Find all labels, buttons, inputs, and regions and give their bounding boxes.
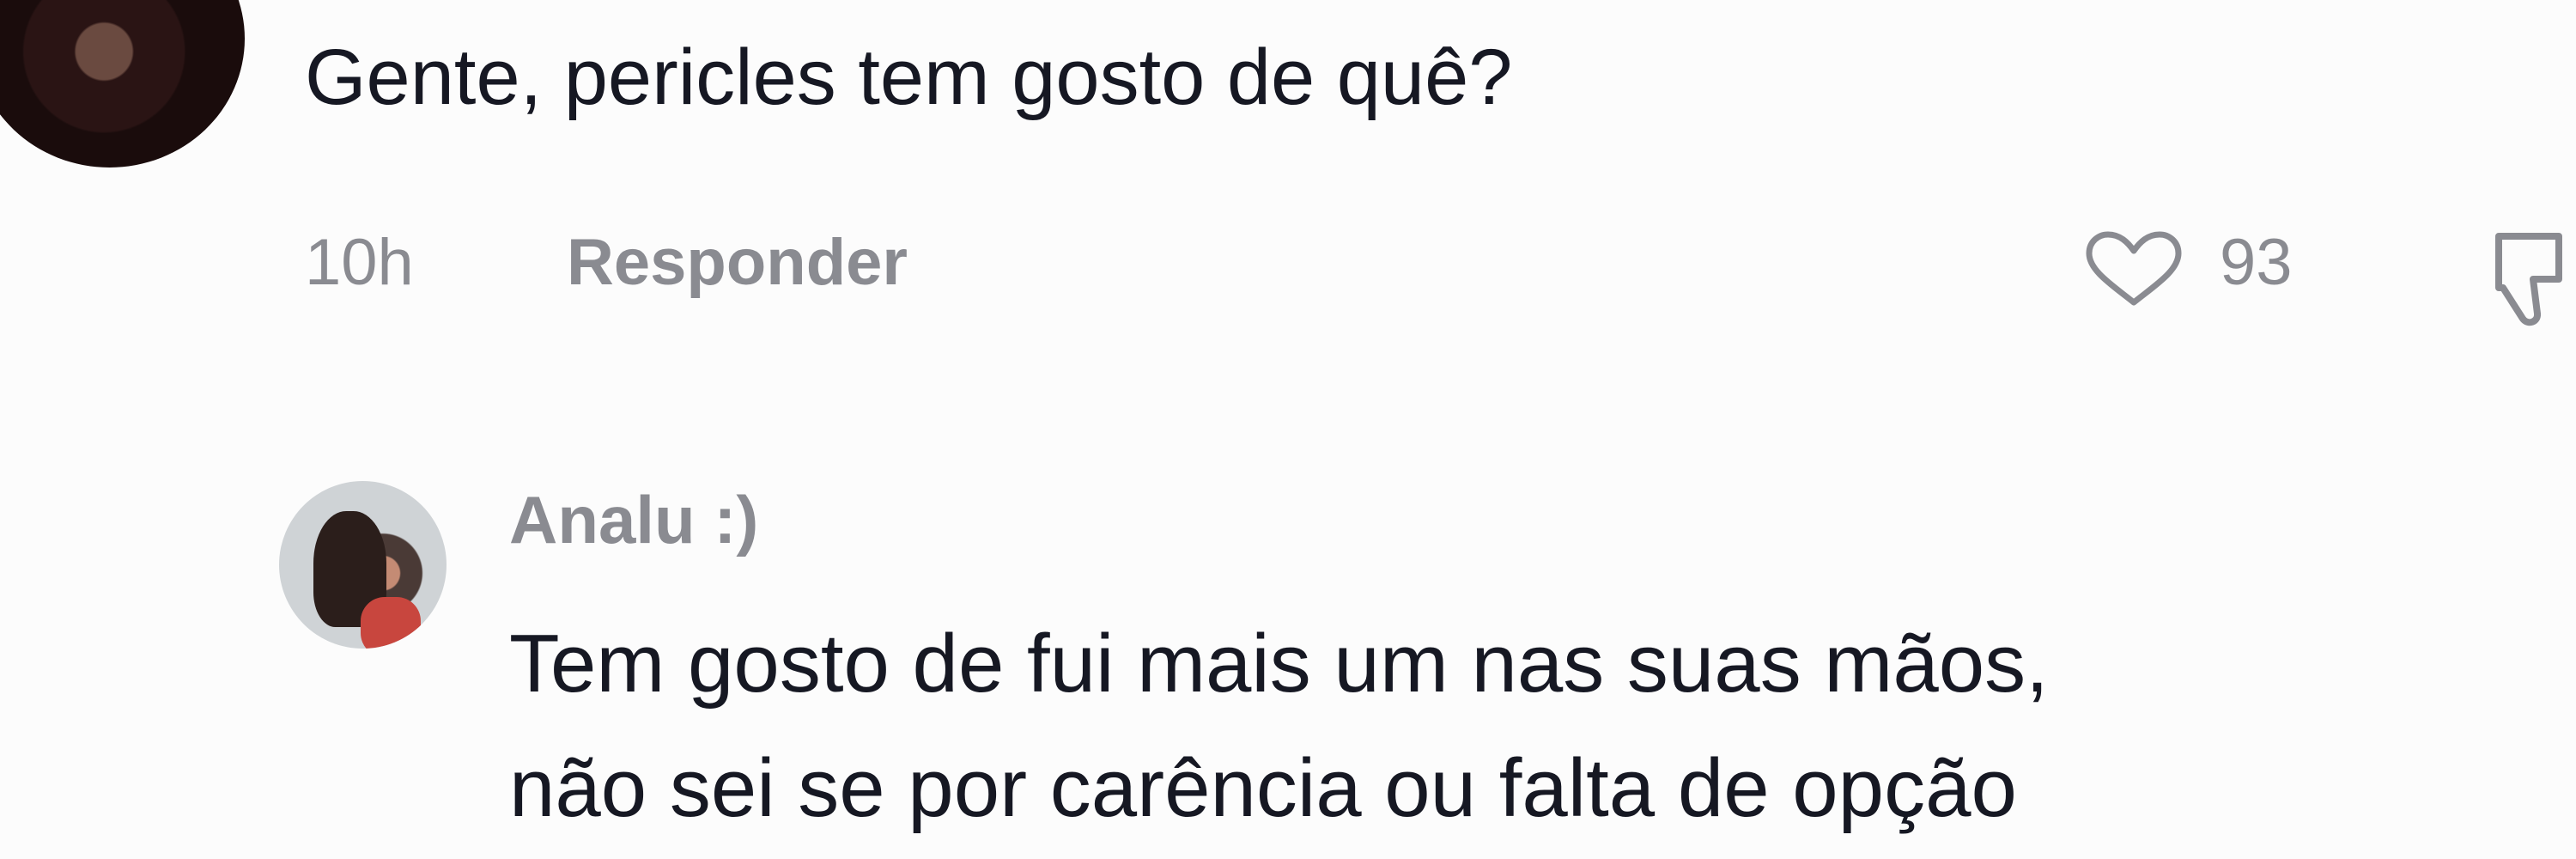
reply-author-name[interactable]: Analu :) — [509, 481, 758, 559]
comment-timestamp: 10h — [305, 226, 414, 299]
reply-author-avatar[interactable] — [279, 481, 447, 649]
dislike-button[interactable] — [2473, 219, 2576, 331]
thumbs-down-icon — [2495, 233, 2562, 326]
like-button[interactable] — [2074, 228, 2194, 309]
comment-text: Gente, pericles tem gosto de quê? — [305, 34, 1513, 121]
reply-button[interactable]: Responder — [567, 225, 908, 300]
heart-icon — [2086, 231, 2182, 306]
reply-text-line: não sei se por carência ou falta de opçã… — [509, 742, 2017, 834]
reply-text: Tem gosto de fui mais um nas suas mãos, … — [509, 601, 2049, 850]
reply-text-line: Tem gosto de fui mais um nas suas mãos, — [509, 618, 2049, 710]
commenter-avatar[interactable] — [0, 0, 245, 168]
like-count: 93 — [2220, 226, 2293, 299]
